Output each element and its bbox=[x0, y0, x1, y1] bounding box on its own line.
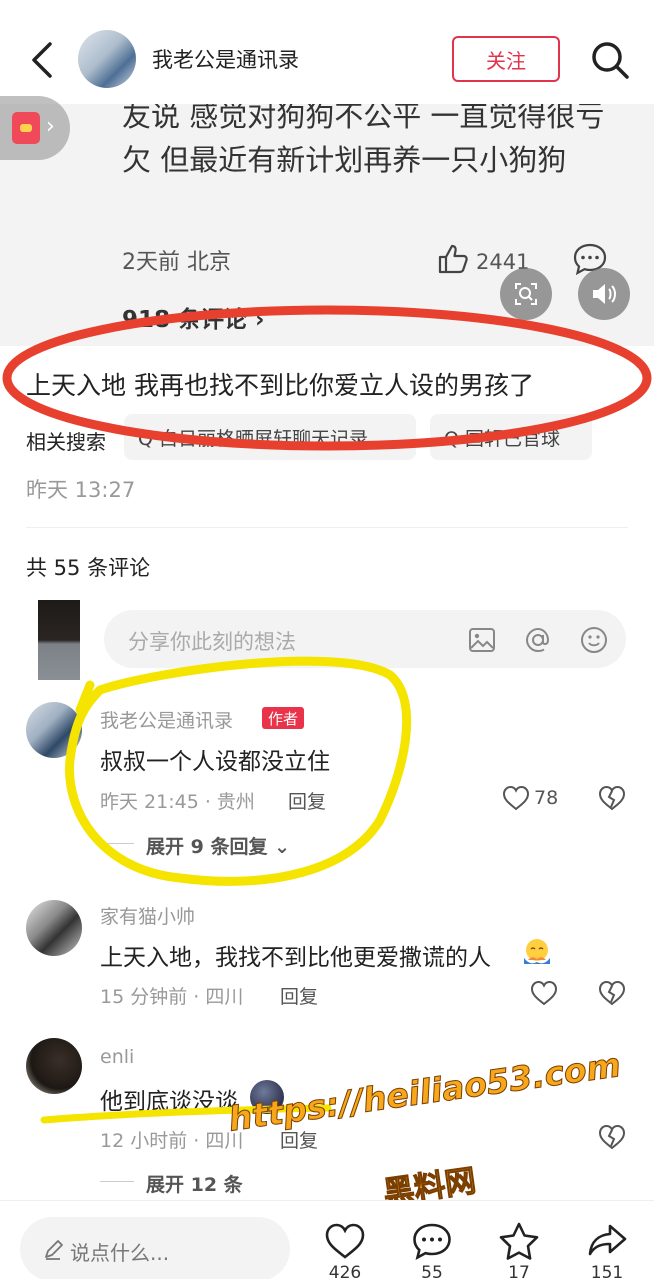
heart-icon[interactable] bbox=[502, 785, 530, 811]
related-search-chip[interactable]: Q 国轩已官球 bbox=[430, 414, 592, 460]
heart-icon[interactable] bbox=[324, 1221, 366, 1261]
red-packet-tab[interactable]: › bbox=[0, 96, 70, 160]
comment-input[interactable]: 分享你此刻的想法 bbox=[104, 610, 626, 668]
current-user-avatar bbox=[38, 600, 80, 680]
comment-text[interactable]: 叔叔一个人设都没立住 bbox=[100, 742, 330, 776]
dislike-icon[interactable] bbox=[598, 785, 626, 811]
quoted-post-text: 友说 感觉对狗狗不公平 一直觉得很亏欠 但最近有新计划再养一只小狗狗 bbox=[122, 104, 605, 177]
expand-divider bbox=[100, 1181, 134, 1182]
sound-icon bbox=[593, 284, 616, 304]
related-search-chip[interactable]: Q 白日丽格晒屏轩聊天记录 bbox=[124, 414, 416, 460]
commenter-name[interactable]: 家有猫小帅 bbox=[100, 902, 195, 929]
hug-emoji-icon bbox=[524, 939, 550, 964]
top-navigation-bar: 我老公是通讯录 关注 bbox=[0, 0, 654, 104]
post-comments-count: 55 bbox=[421, 1263, 443, 1279]
expand-divider bbox=[100, 843, 134, 844]
commenter-name[interactable]: enli bbox=[100, 1046, 134, 1068]
emoji-icon[interactable] bbox=[578, 624, 610, 656]
related-search-label: 相关搜索 bbox=[26, 430, 106, 454]
back-icon[interactable] bbox=[22, 38, 62, 82]
commenter-name[interactable]: 我老公是通讯录 bbox=[100, 706, 233, 733]
comment-input-placeholder: 分享你此刻的想法 bbox=[128, 630, 296, 654]
search-icon[interactable] bbox=[588, 38, 632, 82]
red-packet-seal bbox=[20, 124, 32, 132]
heart-icon[interactable] bbox=[530, 980, 558, 1006]
comment-likes: 78 bbox=[534, 787, 559, 809]
pencil-icon bbox=[45, 1240, 63, 1260]
image-search-button[interactable] bbox=[500, 268, 552, 320]
commenter-avatar[interactable] bbox=[26, 702, 82, 758]
post-stars-count: 17 bbox=[508, 1263, 530, 1279]
follow-button[interactable]: 关注 bbox=[452, 36, 560, 82]
at-icon[interactable] bbox=[522, 624, 554, 656]
say-something-input[interactable]: 说点什么... bbox=[20, 1217, 290, 1279]
quoted-post-card[interactable]: 友说 感觉对狗狗不公平 一直觉得很亏欠 但最近有新计划再养一只小狗狗 2天前 北… bbox=[0, 104, 654, 346]
star-icon[interactable] bbox=[498, 1221, 540, 1261]
comment-text[interactable]: 上天入地，我找不到比他更爱撒谎的人 bbox=[100, 938, 491, 972]
quoted-post-meta: 2天前 北京 bbox=[122, 250, 231, 275]
author-username[interactable]: 我老公是通讯录 bbox=[152, 44, 299, 74]
expand-replies-button[interactable]: 展开 9 条回复 ⌄ bbox=[146, 832, 290, 859]
lens-icon bbox=[515, 283, 537, 305]
post-body-text: 上天入地 我再也找不到比你爱立人设的男孩了 bbox=[26, 371, 534, 400]
watermark-url: https://heiliao53.com bbox=[226, 1044, 624, 1139]
post-timestamp: 昨天 13:27 bbox=[26, 478, 136, 502]
expand-replies-label: 展开 9 条回复 bbox=[146, 836, 268, 858]
expand-replies-button[interactable]: 展开 12 条 bbox=[146, 1170, 243, 1197]
view-comments-link[interactable]: 918 条评论 › bbox=[122, 300, 265, 334]
commenter-avatar[interactable] bbox=[26, 900, 82, 956]
like-icon[interactable] bbox=[436, 242, 470, 276]
divider bbox=[26, 527, 628, 528]
comment-text[interactable]: 他到底谈没谈 bbox=[100, 1082, 238, 1116]
bottom-action-bar: 说点什么... 426 55 17 151 bbox=[0, 1200, 654, 1279]
dislike-icon[interactable] bbox=[598, 1124, 626, 1150]
post-likes-count: 426 bbox=[328, 1263, 362, 1279]
comment-meta: 15 分钟前 · 四川 bbox=[100, 986, 244, 1008]
share-icon[interactable] bbox=[586, 1221, 628, 1261]
comment-meta: 12 小时前 · 四川 bbox=[100, 1130, 244, 1152]
reply-button[interactable]: 回复 bbox=[280, 982, 318, 1009]
commenter-avatar[interactable] bbox=[26, 1038, 82, 1094]
post-shares-count: 151 bbox=[590, 1263, 624, 1279]
sound-toggle-button[interactable] bbox=[578, 268, 630, 320]
reply-button[interactable]: 回复 bbox=[288, 787, 326, 814]
author-avatar[interactable] bbox=[78, 30, 136, 88]
chat-icon[interactable] bbox=[411, 1221, 453, 1261]
author-badge: 作者 bbox=[262, 707, 305, 729]
chevron-right-icon: › bbox=[46, 114, 55, 139]
say-something-placeholder: 说点什么... bbox=[70, 1241, 170, 1265]
comments-total: 共 55 条评论 bbox=[26, 556, 151, 580]
chevron-down-icon: ⌄ bbox=[274, 836, 290, 858]
dislike-icon[interactable] bbox=[598, 980, 626, 1006]
comment-meta: 昨天 21:45 · 贵州 bbox=[100, 791, 255, 813]
image-icon[interactable] bbox=[466, 624, 498, 656]
